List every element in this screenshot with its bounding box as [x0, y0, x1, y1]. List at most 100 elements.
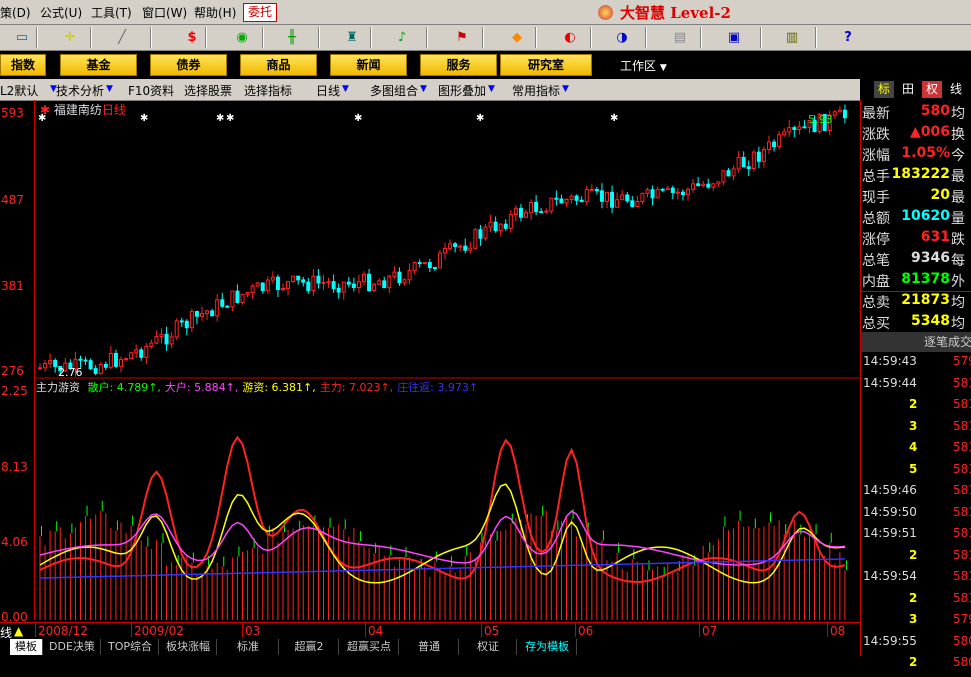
candlestick	[640, 192, 645, 205]
dropdown-arrow-icon[interactable]: ▼	[562, 82, 573, 96]
candlestick	[518, 204, 523, 222]
right-tab[interactable]: 标	[874, 81, 894, 98]
func-button[interactable]: 商品	[240, 54, 317, 76]
tick-price: 581	[953, 375, 971, 390]
template-tab[interactable]: 超赢买点	[340, 639, 399, 655]
globe-red-icon[interactable]: ◐	[548, 27, 592, 47]
dropdown-arrow-icon[interactable]: ▼	[488, 82, 499, 96]
candlestick	[503, 219, 508, 231]
menu-item[interactable]: 策(D)	[0, 4, 31, 21]
triangle-icon[interactable]: ▲	[14, 624, 23, 638]
candlestick	[696, 176, 701, 187]
template-tab[interactable]: 超赢2	[280, 639, 339, 655]
analysis-menu-item[interactable]: 多图组合	[370, 82, 418, 99]
template-tab[interactable]: TOP综合	[102, 639, 159, 655]
template-tab[interactable]: 存为模板	[518, 639, 577, 655]
kline-chart[interactable]: ✱ ✱ ✱ ✱ ✱ ✱ ✱	[34, 100, 860, 621]
binoculars-icon[interactable]: ♜	[330, 27, 374, 47]
func-button[interactable]: 新闻	[330, 54, 407, 76]
menu-item[interactable]: 帮助(H)	[194, 4, 236, 21]
template-tab[interactable]: 板块涨幅	[160, 639, 217, 655]
candlestick	[407, 263, 412, 285]
window-icon[interactable]: ▣	[712, 27, 756, 47]
candlestick	[260, 282, 265, 294]
quote-row: 总手 183222 最	[861, 166, 971, 187]
candlestick	[301, 276, 306, 287]
analysis-menu-item[interactable]: 技术分析	[56, 82, 104, 99]
entrust-button[interactable]: 委托	[243, 3, 277, 22]
ruler-icon[interactable]: ╱	[100, 27, 144, 47]
dollar-icon[interactable]: $	[170, 27, 214, 47]
menu-item[interactable]: 工具(T)	[91, 4, 132, 21]
right-tab[interactable]: 田	[898, 81, 918, 98]
func-button[interactable]: 指数	[0, 54, 46, 76]
template-tab[interactable]: 普通	[400, 639, 459, 655]
analysis-menu-item[interactable]: 选择指标	[244, 82, 292, 99]
quote-label-cut: 均	[951, 106, 965, 122]
quote-label-cut: 最	[951, 169, 965, 185]
chart-flag-icon[interactable]: ⚑	[440, 27, 484, 47]
candlestick	[326, 277, 331, 289]
globe-blue-icon[interactable]: ◑	[600, 27, 644, 47]
template-tab[interactable]: 权证	[460, 639, 517, 655]
candlestick	[321, 274, 326, 291]
func-button[interactable]: 债券	[150, 54, 227, 76]
tick-volume: 3	[909, 418, 918, 433]
dropdown-arrow-icon[interactable]: ▼	[106, 82, 117, 96]
menu-item[interactable]: 窗口(W)	[142, 4, 187, 21]
dropdown-arrow-icon[interactable]: ▼	[342, 82, 353, 96]
alert-icon[interactable]: ♪	[380, 27, 424, 47]
bars-icon[interactable]: ╫	[270, 27, 314, 47]
func-button[interactable]: 研究室	[500, 54, 592, 76]
quote-value: 10620	[901, 208, 950, 224]
tick-row: 2 581	[861, 548, 971, 570]
diamond-icon[interactable]: ◆	[495, 27, 539, 47]
high-price-label: 5.93	[808, 113, 833, 126]
analysis-menu-item[interactable]: F10资料	[128, 82, 174, 99]
note-icon[interactable]: ▤	[658, 27, 702, 47]
candlestick	[83, 356, 88, 366]
candlestick	[174, 318, 179, 340]
analysis-menu-item[interactable]: 日线	[316, 82, 340, 99]
candlestick	[402, 278, 407, 286]
analysis-menu-item[interactable]: 选择股票	[184, 82, 232, 99]
tick-price: 581	[953, 440, 971, 454]
bookshelf-icon[interactable]: ▥	[770, 27, 814, 47]
help-cursor-icon[interactable]: ?	[826, 27, 870, 47]
tick-price: 579	[953, 354, 971, 368]
dropdown-arrow-icon[interactable]: ▼	[420, 82, 431, 96]
candlestick	[665, 185, 670, 191]
func-button[interactable]: 服务	[420, 54, 497, 76]
candlestick	[392, 266, 397, 279]
signal-icon[interactable]: ◉	[220, 27, 264, 47]
workarea-menu[interactable]: 工作区 ▼	[620, 57, 667, 74]
x-axis-label: 2008/12	[38, 624, 88, 638]
template-tab[interactable]: DDE决策	[44, 639, 101, 655]
template-tab[interactable]: 标准	[218, 639, 279, 655]
right-tab[interactable]: 权	[922, 81, 942, 98]
analysis-menu-item[interactable]: 常用指标	[512, 82, 560, 99]
tick-row: 2 581	[861, 397, 971, 419]
analysis-menu-item[interactable]: L2默认	[0, 82, 38, 99]
analysis-menu-item[interactable]: 图形叠加	[438, 82, 486, 99]
tick-row: 5 581	[861, 462, 971, 484]
tick-row: 14:59:55 580	[861, 634, 971, 656]
candlestick	[584, 185, 589, 206]
candlestick	[220, 292, 225, 309]
tick-time: 14:59:44	[863, 375, 917, 390]
tick-row: 2 580	[861, 655, 971, 677]
crosshair-icon[interactable]: ✛	[48, 27, 92, 47]
quote-value: 631	[920, 229, 950, 245]
candlestick	[594, 186, 599, 195]
func-button[interactable]: 基金	[60, 54, 137, 76]
candlestick	[88, 358, 93, 371]
quote-label-cut: 外	[951, 274, 965, 290]
tick-price: 581	[953, 590, 971, 605]
indicator-value: 散户: 4.789↑,	[87, 381, 161, 394]
candlestick	[397, 267, 402, 286]
right-tab[interactable]: 线	[946, 81, 966, 98]
brand-title: 大智慧 Level-2	[620, 4, 731, 22]
menu-item[interactable]: 公式(U)	[40, 4, 82, 21]
template-tab[interactable]: 模板	[10, 639, 43, 655]
candlestick	[544, 208, 549, 215]
